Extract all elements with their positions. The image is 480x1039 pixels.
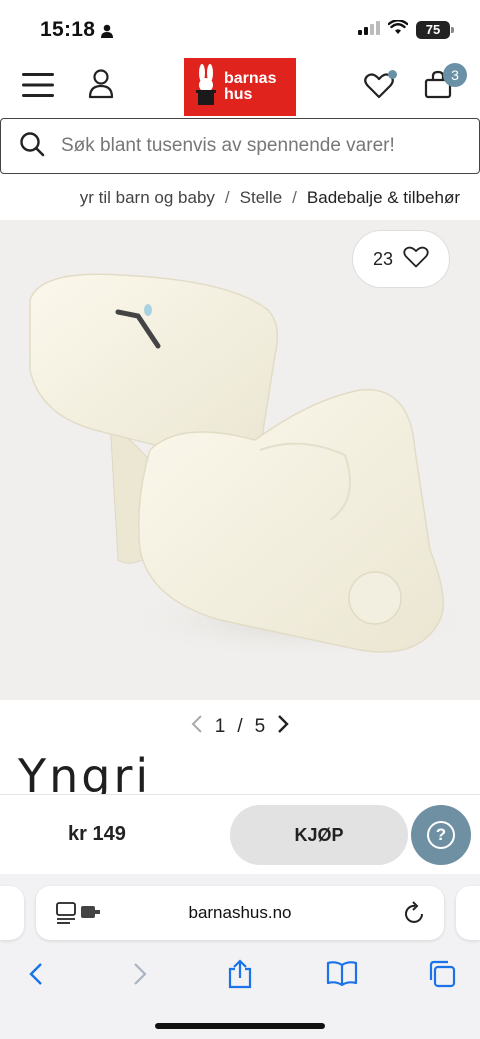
address-bar[interactable]: barnashus.no <box>36 886 444 940</box>
product-price: kr 149 <box>68 823 126 845</box>
buy-button[interactable]: KJØP <box>230 805 408 865</box>
account-icon[interactable] <box>88 69 114 104</box>
wifi-icon <box>387 19 409 40</box>
search-icon <box>19 131 45 162</box>
browser-bar: barnashus.no <box>0 874 480 1039</box>
logo-line-1: barnas <box>224 70 277 87</box>
breadcrumb-current[interactable]: Badebalje & tilbehør <box>307 188 460 208</box>
battery-icon: 75 <box>416 21 454 39</box>
breadcrumb-separator: / <box>224 188 230 207</box>
help-icon: ? <box>427 821 455 849</box>
like-button[interactable]: 23 <box>352 230 450 288</box>
status-time: 15:18 <box>40 18 96 41</box>
logo-text: barnas hus <box>224 71 276 103</box>
product-image[interactable]: 23 <box>0 220 480 700</box>
pager-total: 5 <box>254 716 266 737</box>
next-image-icon[interactable] <box>277 714 289 740</box>
bookmarks-icon[interactable] <box>322 954 362 994</box>
search-input[interactable]: Søk blant tusenvis av spennende varer! <box>0 118 480 174</box>
site-header: barnas hus 3 <box>0 58 480 116</box>
bath-seat-image <box>29 273 480 660</box>
tabs-icon[interactable] <box>422 954 462 994</box>
breadcrumb-item[interactable]: Stelle <box>240 188 283 208</box>
cart-count-badge: 3 <box>443 63 467 87</box>
back-icon[interactable] <box>16 954 56 994</box>
breadcrumb-separator: / <box>292 188 297 207</box>
pager-separator: / <box>237 716 243 737</box>
person-icon <box>100 24 114 43</box>
breadcrumb: yr til barn og baby / Stelle / Badebalje… <box>0 186 480 214</box>
search-placeholder: Søk blant tusenvis av spennende varer! <box>61 135 395 156</box>
wishlist-indicator-dot <box>388 70 397 79</box>
site-logo[interactable]: barnas hus <box>184 58 296 116</box>
brand-logo[interactable]: Yngri <box>18 748 151 794</box>
menu-icon[interactable] <box>22 72 54 103</box>
buy-bar: kr 149 KJØP ? <box>0 794 480 874</box>
status-bar: 15:18 75 <box>0 0 480 60</box>
heart-icon <box>403 246 429 273</box>
image-pager: 1 / 5 <box>0 712 480 742</box>
status-indicators: 75 <box>358 19 454 40</box>
forward-icon[interactable] <box>120 954 160 994</box>
prev-image-icon[interactable] <box>191 714 203 740</box>
pager-current: 1 <box>214 716 226 737</box>
next-tab-pill[interactable] <box>456 886 480 940</box>
reload-icon[interactable] <box>404 901 426 930</box>
help-button[interactable]: ? <box>411 805 471 865</box>
share-icon[interactable] <box>220 954 260 994</box>
logo-line-2: hus <box>224 86 253 103</box>
home-indicator <box>155 1023 325 1029</box>
browser-toolbar <box>0 954 480 994</box>
signal-icon <box>358 20 380 40</box>
breadcrumb-item[interactable]: yr til barn og baby <box>80 188 215 208</box>
brand-name: Yngri <box>18 749 152 794</box>
previous-tab-pill[interactable] <box>0 886 24 940</box>
like-count: 23 <box>372 248 394 269</box>
rabbit-logo-icon <box>194 63 218 112</box>
url-text: barnashus.no <box>188 903 292 922</box>
